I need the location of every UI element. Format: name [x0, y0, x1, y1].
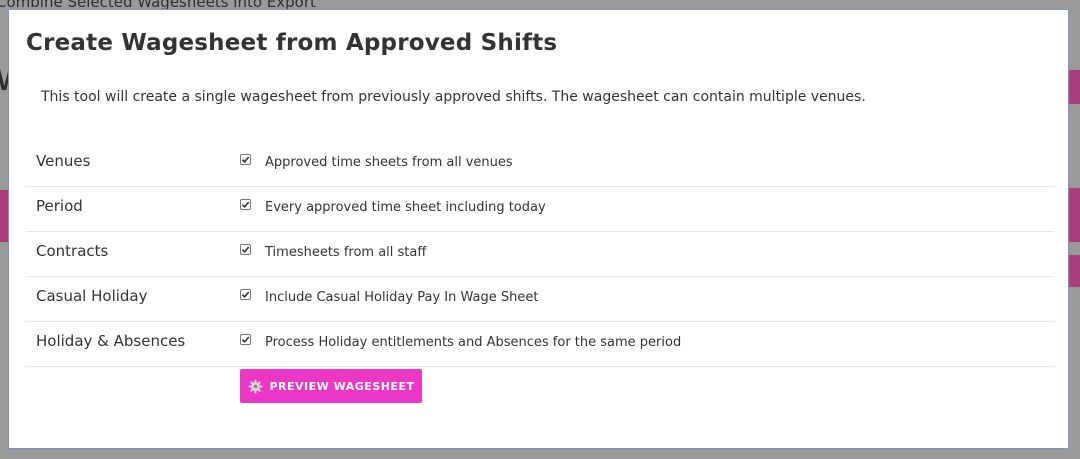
- checkmark-icon: [241, 336, 250, 344]
- option-description: Include Casual Holiday Pay In Wage Sheet: [265, 290, 539, 305]
- option-label: Holiday & Absences: [36, 332, 186, 350]
- option-row-venues: Venues Approved time sheets from all ven…: [26, 142, 1054, 187]
- holiday-absences-checkbox[interactable]: [240, 334, 251, 345]
- option-row-contracts: Contracts Timesheets from all staff: [26, 232, 1054, 277]
- background-button-fragment: [1068, 70, 1080, 104]
- option-label: Contracts: [36, 242, 109, 260]
- checkmark-icon: [241, 291, 250, 299]
- options-list: Venues Approved time sheets from all ven…: [26, 142, 1054, 367]
- period-checkbox[interactable]: [240, 199, 251, 210]
- option-description: Approved time sheets from all venues: [265, 155, 513, 170]
- contracts-checkbox[interactable]: [240, 244, 251, 255]
- create-wagesheet-modal: Create Wagesheet from Approved Shifts Th…: [8, 9, 1069, 449]
- casual-holiday-checkbox[interactable]: [240, 289, 251, 300]
- checkmark-icon: [241, 246, 250, 254]
- checkmark-icon: [241, 201, 250, 209]
- option-description: Timesheets from all staff: [265, 245, 427, 260]
- option-description: Every approved time sheet including toda…: [265, 200, 546, 215]
- option-row-holiday-absences: Holiday & Absences Process Holiday entit…: [26, 322, 1054, 367]
- modal-intro-text: This tool will create a single wagesheet…: [41, 89, 866, 105]
- venues-checkbox[interactable]: [240, 154, 251, 165]
- gear-icon: [248, 379, 262, 393]
- option-row-period: Period Every approved time sheet includi…: [26, 187, 1054, 232]
- background-button-fragment: [1068, 255, 1080, 287]
- background-button-fragment: [1068, 188, 1080, 242]
- option-description: Process Holiday entitlements and Absence…: [265, 335, 682, 350]
- checkmark-icon: [241, 156, 250, 164]
- modal-title: Create Wagesheet from Approved Shifts: [26, 30, 558, 56]
- option-label: Venues: [36, 152, 91, 170]
- option-label: Casual Holiday: [36, 287, 148, 305]
- preview-wagesheet-button[interactable]: PREVIEW WAGESHEET: [240, 369, 422, 403]
- option-row-casual-holiday: Casual Holiday Include Casual Holiday Pa…: [26, 277, 1054, 322]
- preview-button-label: PREVIEW WAGESHEET: [269, 379, 415, 393]
- option-label: Period: [36, 197, 83, 215]
